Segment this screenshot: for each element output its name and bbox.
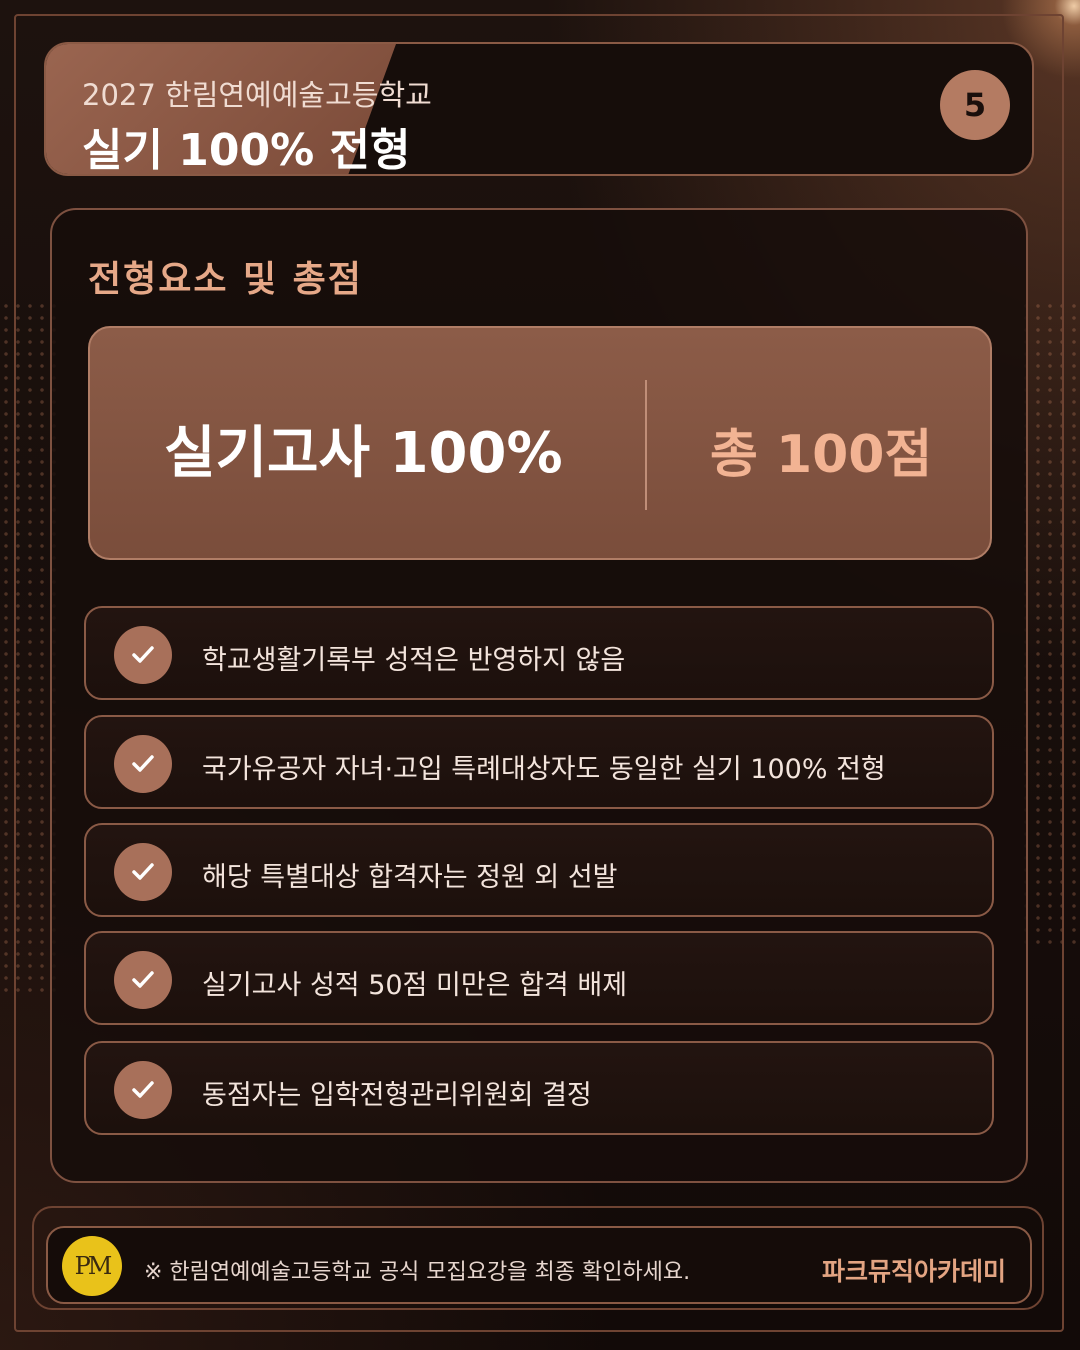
list-item-text: 동점자는 입학전형관리위원회 결정 xyxy=(202,1080,592,1111)
footer-note: ※ 한림연예예술고등학교 공식 모집요강을 최종 확인하세요. xyxy=(144,1260,691,1285)
check-icon xyxy=(114,626,172,684)
page-number-badge: 5 xyxy=(940,70,1010,140)
content-card: 전형요소 및 총점 실기고사 100% 총 100점 학교생활기록부 성적은 반… xyxy=(50,208,1028,1183)
section-title: 전형요소 및 총점 xyxy=(88,259,363,300)
header-subtitle: 2027 한림연예예술고등학교 xyxy=(82,78,432,112)
footer: PM ※ 한림연예예술고등학교 공식 모집요강을 최종 확인하세요. 파크뮤직아… xyxy=(46,1226,1032,1304)
list-item-text: 국가유공자 자녀·고입 특례대상자도 동일한 실기 100% 전형 xyxy=(202,754,886,785)
list-item: 해당 특별대상 합격자는 정원 외 선발 xyxy=(84,823,994,917)
list-item-text: 실기고사 성적 50점 미만은 합격 배제 xyxy=(202,970,628,1001)
list-item: 학교생활기록부 성적은 반영하지 않음 xyxy=(84,606,994,700)
footer-brand: 파크뮤직아카데미 xyxy=(821,1257,1006,1286)
check-icon xyxy=(114,735,172,793)
check-icon xyxy=(114,1061,172,1119)
score-divider xyxy=(645,380,647,510)
list-item: 동점자는 입학전형관리위원회 결정 xyxy=(84,1041,994,1135)
list-item: 국가유공자 자녀·고입 특례대상자도 동일한 실기 100% 전형 xyxy=(84,715,994,809)
score-total: 총 100점 xyxy=(710,425,933,485)
score-summary-box: 실기고사 100% 총 100점 xyxy=(88,326,992,560)
list-item-text: 해당 특별대상 합격자는 정원 외 선발 xyxy=(202,862,618,893)
list-item-text: 학교생활기록부 성적은 반영하지 않음 xyxy=(202,645,626,676)
score-component: 실기고사 100% xyxy=(164,421,563,486)
check-icon xyxy=(114,843,172,901)
list-item: 실기고사 성적 50점 미만은 합격 배제 xyxy=(84,931,994,1025)
page-title: 실기 100% 전형 xyxy=(82,125,411,176)
check-icon xyxy=(114,951,172,1009)
header-banner: 2027 한림연예예술고등학교 실기 100% 전형 5 xyxy=(44,42,1034,176)
academy-logo: PM xyxy=(62,1236,122,1296)
